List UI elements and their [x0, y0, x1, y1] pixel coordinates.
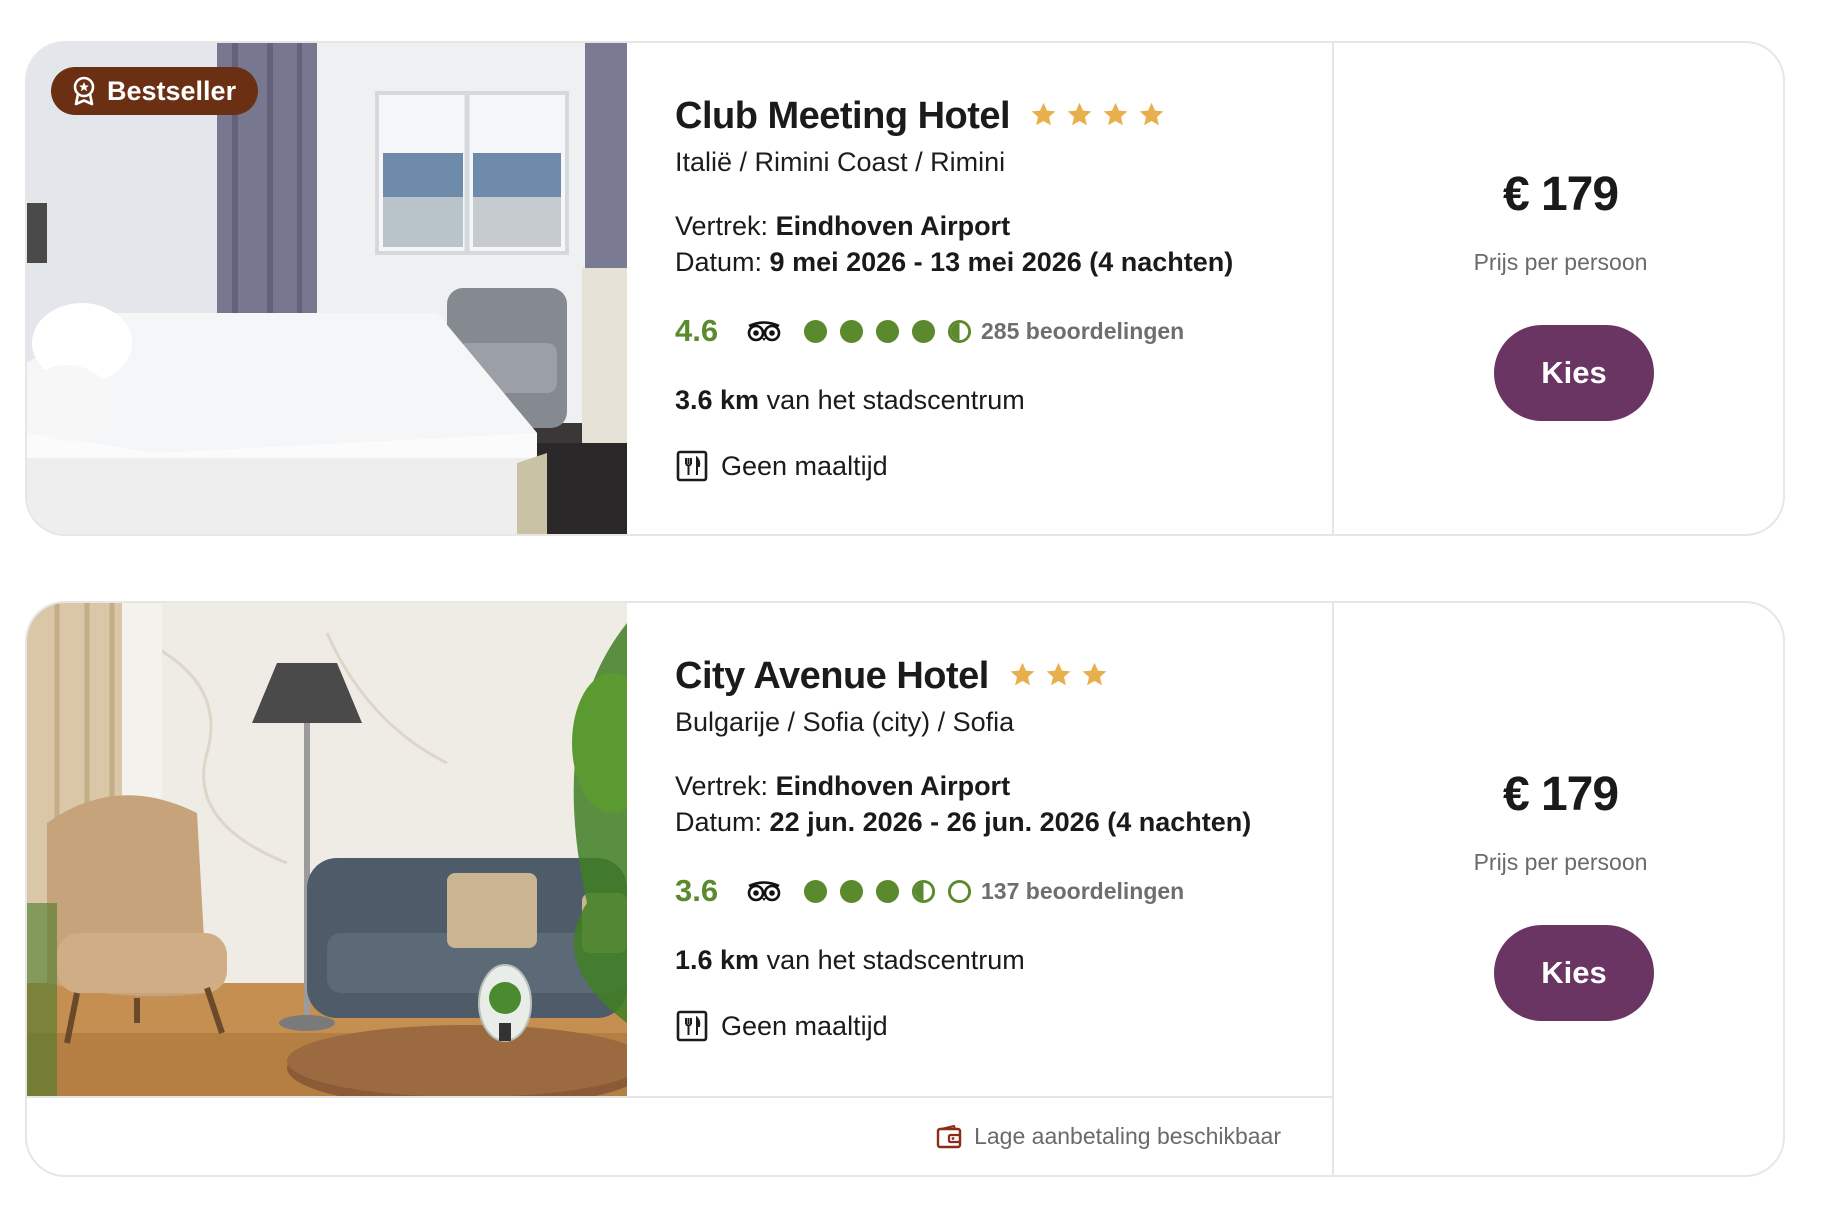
meal-label: Geen maaltijd	[721, 450, 888, 481]
cutlery-icon	[676, 1010, 708, 1042]
star-icon	[1103, 102, 1128, 126]
rating-bubble-full	[839, 319, 864, 343]
price: € 179	[1502, 168, 1619, 221]
title-row: Club Meeting Hotel	[675, 95, 1165, 138]
hotel-name[interactable]: Club Meeting Hotel	[675, 95, 1011, 138]
low-deposit-label: Lage aanbetaling beschikbaar	[974, 1123, 1281, 1149]
tripadvisor-owl-icon	[747, 881, 781, 902]
rating-bubble-full	[803, 879, 828, 903]
star-rating	[1009, 661, 1108, 688]
rating-bubble-full	[875, 879, 900, 903]
price: € 179	[1502, 768, 1619, 821]
choose-button[interactable]: Kies	[1494, 925, 1654, 1021]
distance-to-center: 1.6 km van het stadscentrum	[675, 945, 1025, 976]
price-label: Prijs per persoon	[1473, 849, 1648, 875]
meal-label: Geen maaltijd	[721, 1010, 888, 1041]
departure-label: Vertrek:	[675, 771, 769, 801]
date-info: Datum: 22 jun. 2026 - 26 jun. 2026 (4 na…	[675, 807, 1251, 838]
award-ribbon-icon	[73, 76, 95, 106]
price-panel: € 179 Prijs per persoon Kies	[1334, 603, 1783, 1175]
date-value: 9 mei 2026 - 13 mei 2026 (4 nachten)	[769, 247, 1234, 277]
star-icon	[1067, 102, 1092, 126]
price-label: Prijs per persoon	[1473, 249, 1648, 275]
price-panel: € 179 Prijs per persoon Kies	[1334, 43, 1783, 534]
hotel-card[interactable]: City Avenue Hotel Bulgarije / Sofia (cit…	[25, 601, 1785, 1177]
rating-score: 3.6	[675, 873, 719, 908]
rating-bubble-full	[803, 319, 828, 343]
tripadvisor-owl-icon	[747, 321, 781, 342]
rating-bubble-empty	[947, 879, 972, 903]
date-value: 22 jun. 2026 - 26 jun. 2026 (4 nachten)	[769, 807, 1252, 837]
rating-bubbles	[803, 879, 972, 904]
badge-label: Bestseller	[107, 75, 237, 106]
rating-score: 4.6	[675, 313, 719, 348]
wallet-icon	[936, 1124, 962, 1148]
departure-value: Eindhoven Airport	[775, 771, 1011, 801]
date-label: Datum:	[675, 807, 763, 837]
star-icon	[1139, 102, 1164, 126]
star-icon	[1082, 662, 1107, 686]
rating-bubble-half	[947, 319, 972, 343]
departure-info: Vertrek: Eindhoven Airport	[675, 771, 1010, 802]
departure-value: Eindhoven Airport	[775, 211, 1011, 241]
distance-text: van het stadscentrum	[766, 945, 1025, 975]
star-icon	[1046, 662, 1071, 686]
cutlery-icon	[676, 450, 708, 482]
meal-plan: Geen maaltijd	[675, 449, 888, 483]
choose-button[interactable]: Kies	[1494, 325, 1654, 421]
rating-bubble-half	[911, 879, 936, 903]
bestseller-badge: Bestseller	[51, 67, 259, 115]
card-footer-divider	[27, 1096, 1332, 1098]
low-deposit-note: Lage aanbetaling beschikbaar	[936, 1123, 1281, 1150]
date-info: Datum: 9 mei 2026 - 13 mei 2026 (4 nacht…	[675, 247, 1233, 278]
distance-to-center: 3.6 km van het stadscentrum	[675, 385, 1025, 416]
review-count[interactable]: 137 beoordelingen	[981, 878, 1184, 905]
star-rating	[1030, 101, 1165, 128]
rating-bubble-full	[911, 319, 936, 343]
distance-value: 1.6 km	[675, 945, 760, 975]
review-count[interactable]: 285 beoordelingen	[981, 318, 1184, 345]
title-row: City Avenue Hotel	[675, 655, 1108, 698]
hotel-name[interactable]: City Avenue Hotel	[675, 655, 989, 698]
star-icon	[1010, 662, 1035, 686]
departure-label: Vertrek:	[675, 211, 769, 241]
hotel-card[interactable]: Bestseller Club Meeting Hotel Italië / R…	[25, 41, 1785, 536]
hotel-location: Italië / Rimini Coast / Rimini	[675, 147, 1006, 177]
rating-bubble-full	[839, 879, 864, 903]
rating-bubbles	[803, 319, 972, 344]
hotel-photo-lounge[interactable]	[27, 603, 627, 1096]
distance-text: van het stadscentrum	[766, 385, 1025, 415]
rating-bubble-full	[875, 319, 900, 343]
meal-plan: Geen maaltijd	[675, 1009, 888, 1043]
tripadvisor-rating[interactable]: 3.6 137 beoordelingen	[675, 873, 1184, 909]
tripadvisor-rating[interactable]: 4.6 285 beoordelingen	[675, 313, 1184, 349]
hotel-location: Bulgarije / Sofia (city) / Sofia	[675, 707, 1015, 737]
hotel-photo-bedroom[interactable]: Bestseller	[27, 43, 627, 534]
distance-value: 3.6 km	[675, 385, 760, 415]
star-icon	[1031, 102, 1056, 126]
date-label: Datum:	[675, 247, 763, 277]
departure-info: Vertrek: Eindhoven Airport	[675, 211, 1010, 242]
